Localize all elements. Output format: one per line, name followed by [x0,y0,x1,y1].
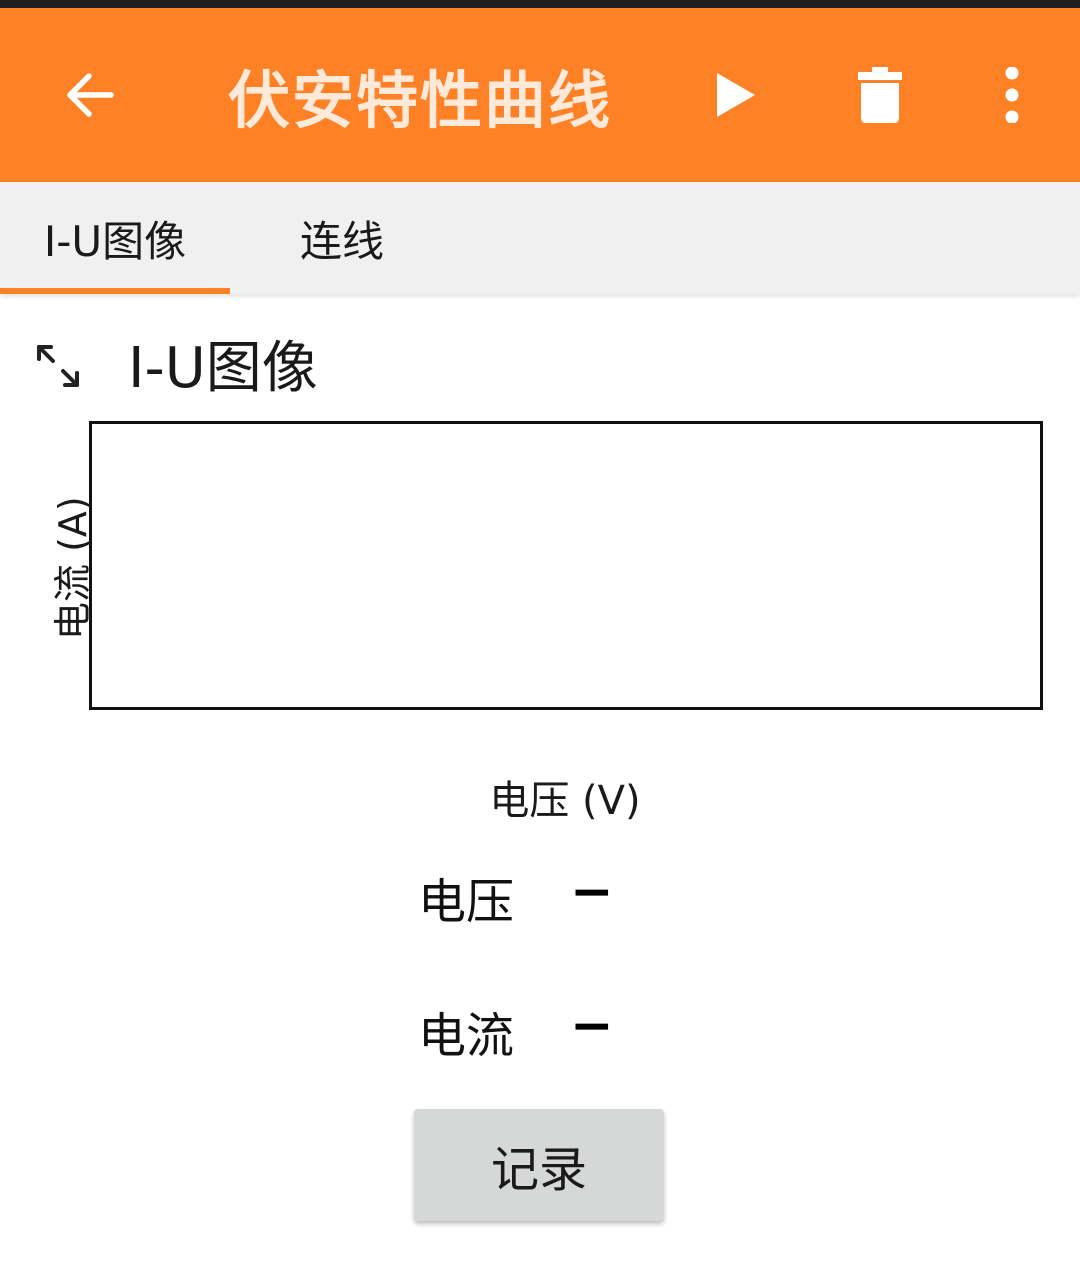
status-bar-strip [0,0,1080,8]
play-icon [717,73,755,117]
expand-button[interactable] [34,342,82,390]
record-button[interactable]: 记录 [414,1109,664,1221]
tab-wiring[interactable]: 连线 [272,182,412,294]
y-axis-label: 电流 (A) [51,496,95,640]
voltage-label: 电压 [418,874,515,930]
section-title: I-U图像 [128,335,318,401]
back-button[interactable] [34,8,144,182]
tab-iu-graph-label: I-U图像 [43,216,187,266]
tab-bar: I-U图像 连线 [0,182,1080,294]
arrow-back-icon [67,73,114,117]
more-vertical-icon [1005,67,1019,123]
x-axis-label: 电压 (V) [489,778,641,824]
iu-plot-area[interactable] [89,421,1043,710]
play-button[interactable] [680,8,790,182]
expand-arrows-icon [37,345,79,387]
tab-wiring-label: 连线 [299,216,384,266]
app-title: 伏安特性曲线 [228,64,613,137]
current-value: − [570,996,614,1056]
current-label: 电流 [418,1008,515,1064]
app-bar: 伏安特性曲线 [0,8,1080,182]
voltage-value: − [570,862,614,922]
active-tab-indicator [0,288,230,294]
more-options-button[interactable] [957,8,1067,182]
tab-iu-graph[interactable]: I-U图像 [0,182,230,294]
delete-button[interactable] [825,8,935,182]
section-header: I-U图像 [0,318,1080,408]
trash-icon [858,67,902,123]
